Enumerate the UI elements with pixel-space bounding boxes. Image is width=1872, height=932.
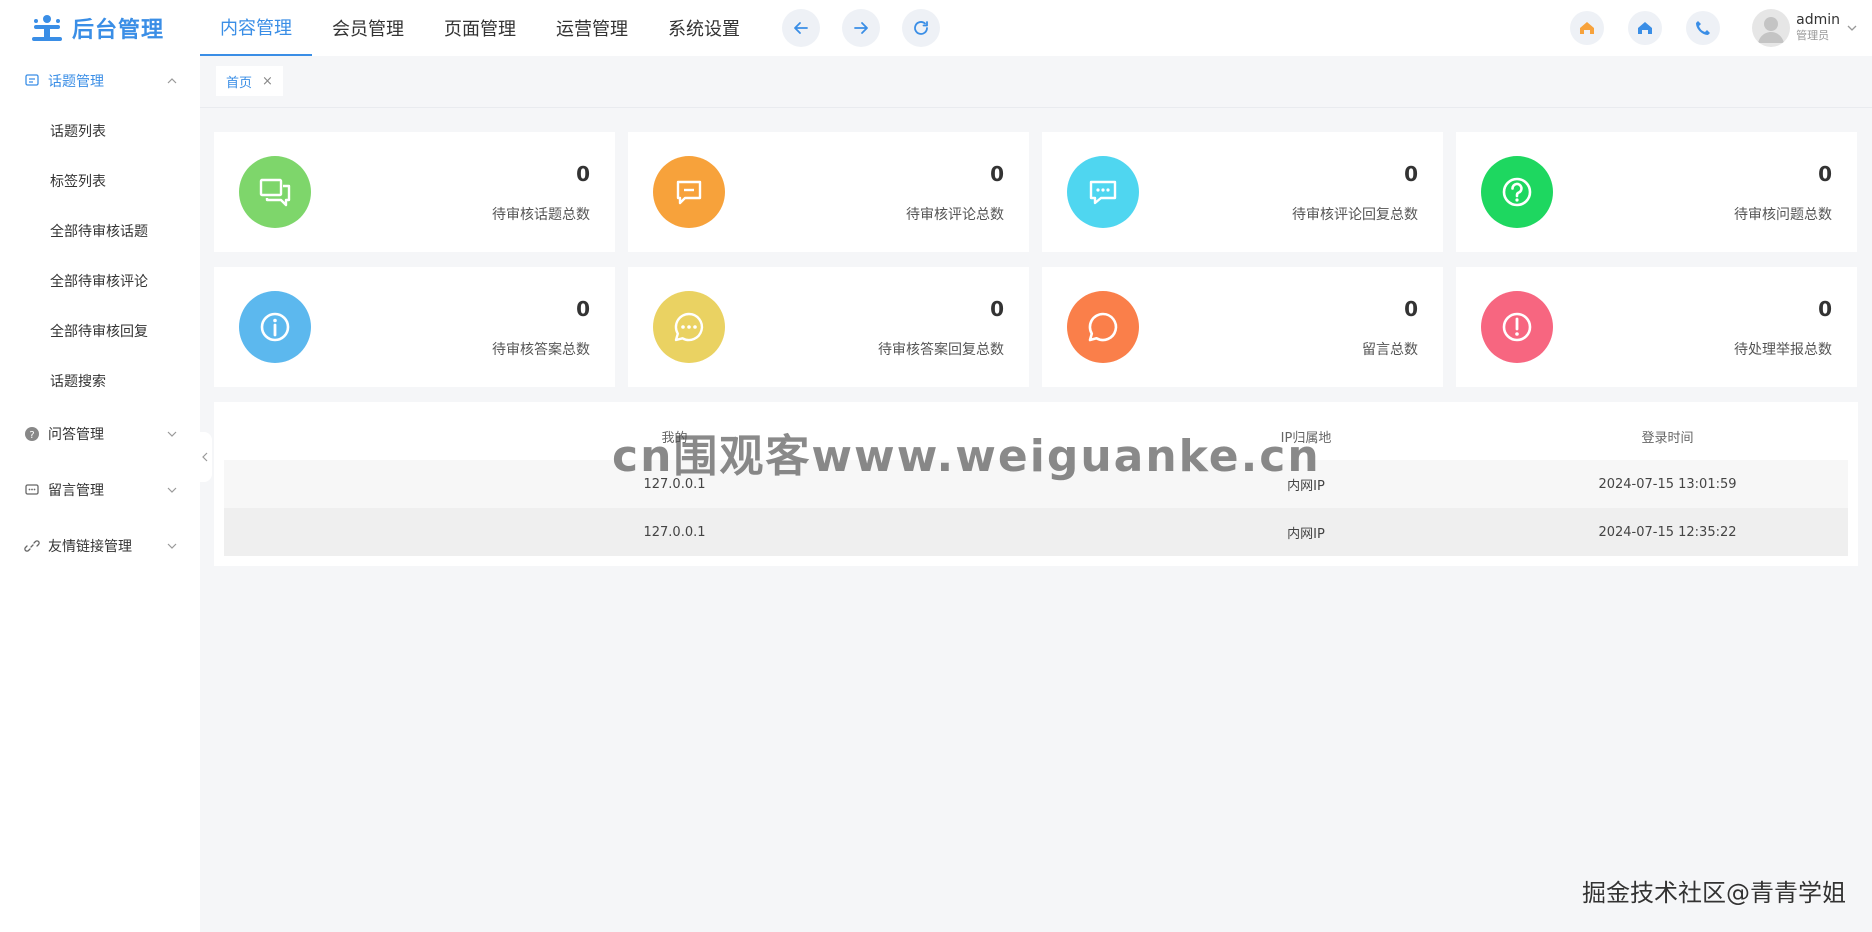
topnav-operations[interactable]: 运营管理 (536, 0, 648, 56)
ellipsis-bubble-icon (653, 291, 725, 363)
table-row: 127.0.0.1 内网IP 2024-07-15 12:35:22 (224, 508, 1848, 556)
sidebar-group-label: 话题管理 (48, 74, 104, 90)
stat-label: 待审核评论回复总数 (1292, 207, 1418, 223)
topnav-content[interactable]: 内容管理 (200, 0, 312, 56)
phone-icon (1696, 21, 1711, 35)
question-icon (1481, 156, 1553, 228)
stat-card-messages[interactable]: 0 留言总数 (1042, 267, 1443, 387)
home-icon (1638, 22, 1653, 34)
stat-label: 待审核答案回复总数 (878, 342, 1004, 358)
logo[interactable]: 后台管理 (0, 0, 200, 56)
sidebar-item-pending-topics[interactable]: 全部待审核话题 (0, 206, 200, 256)
home-blue-button[interactable] (1628, 11, 1663, 45)
stat-card-pending-comment-replies[interactable]: 0 待审核评论回复总数 (1042, 132, 1443, 252)
chevron-down-icon (1847, 25, 1857, 31)
chevron-up-icon (167, 78, 177, 84)
user-icon (1758, 17, 1785, 43)
chat-bubbles-icon (239, 156, 311, 228)
svg-text:?: ? (29, 430, 34, 441)
chevron-down-icon (167, 543, 177, 549)
stat-value: 0 (990, 162, 1004, 186)
stat-label: 待审核评论总数 (906, 207, 1004, 223)
stats-grid: 0 待审核话题总数 0 待审核评论总数 0 待审核评论回复总数 0 待审核问题总… (214, 132, 1858, 387)
user-role: 管理员 (1796, 29, 1830, 42)
tabs-bar: 首页 × (200, 56, 1872, 108)
logo-text: 后台管理 (72, 18, 165, 43)
sidebar-submenu-topics: 话题列表 标签列表 全部待审核话题 全部待审核评论 全部待审核回复 话题搜索 (0, 106, 200, 406)
stat-card-pending-topics[interactable]: 0 待审核话题总数 (214, 132, 615, 252)
phone-button[interactable] (1686, 11, 1721, 45)
chevron-down-icon (167, 431, 177, 437)
stat-card-pending-answer-replies[interactable]: 0 待审核答案回复总数 (628, 267, 1029, 387)
logo-icon (32, 15, 62, 41)
home-icon (1580, 22, 1595, 34)
top-header: 后台管理 内容管理 会员管理 页面管理 运营管理 系统设置 admin 管理员 (0, 0, 1872, 56)
sidebar-group-label: 友情链接管理 (48, 539, 132, 555)
stat-value: 0 (576, 162, 590, 186)
center-watermark: cn围观客www.weiguanke.cn (612, 431, 1321, 482)
info-icon (239, 291, 311, 363)
sidebar-item-tag-list[interactable]: 标签列表 (0, 156, 200, 206)
stat-label: 待审核话题总数 (492, 207, 590, 223)
alert-icon (1481, 291, 1553, 363)
cell-location: 内网IP (1125, 508, 1487, 556)
refresh-button[interactable] (902, 9, 940, 47)
comment-box-icon (653, 156, 725, 228)
corner-watermark: 掘金技术社区@青青学姐 (1582, 879, 1846, 907)
sidebar-group-links[interactable]: 友情链接管理 (0, 518, 200, 574)
arrow-right-icon (854, 22, 868, 34)
user-menu[interactable]: admin 管理员 (1752, 9, 1858, 47)
sidebar-group-qa[interactable]: ? 问答管理 (0, 406, 200, 462)
sidebar-group-label: 问答管理 (48, 427, 104, 443)
stat-value: 0 (1818, 162, 1832, 186)
cell-login-time: 2024-07-15 12:35:22 (1487, 508, 1848, 556)
forward-button[interactable] (842, 9, 880, 47)
sidebar: 话题管理 话题列表 标签列表 全部待审核话题 全部待审核评论 全部待审核回复 话… (0, 56, 200, 932)
sidebar-item-pending-comments[interactable]: 全部待审核评论 (0, 256, 200, 306)
stat-label: 待审核答案总数 (492, 342, 590, 358)
stat-card-pending-reports[interactable]: 0 待处理举报总数 (1456, 267, 1857, 387)
main-content: 0 待审核话题总数 0 待审核评论总数 0 待审核评论回复总数 0 待审核问题总… (200, 108, 1872, 932)
stat-card-pending-questions[interactable]: 0 待审核问题总数 (1456, 132, 1857, 252)
avatar (1752, 9, 1791, 47)
sidebar-item-topic-list[interactable]: 话题列表 (0, 106, 200, 156)
topnav-members[interactable]: 会员管理 (312, 0, 424, 56)
speech-bubble-icon (1067, 291, 1139, 363)
stat-card-pending-comments[interactable]: 0 待审核评论总数 (628, 132, 1029, 252)
topnav-settings[interactable]: 系统设置 (648, 0, 760, 56)
chevron-down-icon (167, 487, 177, 493)
sidebar-item-topic-search[interactable]: 话题搜索 (0, 356, 200, 406)
arrow-left-icon (794, 22, 808, 34)
user-name: admin (1796, 12, 1840, 28)
question-icon: ? (25, 427, 39, 441)
cell-login-time: 2024-07-15 13:01:59 (1487, 460, 1848, 508)
close-icon[interactable]: × (262, 74, 273, 89)
message-dots-icon (1067, 156, 1139, 228)
tab-label: 首页 (226, 75, 253, 91)
back-button[interactable] (782, 9, 820, 47)
stat-value: 0 (1818, 297, 1832, 321)
stat-label: 待审核问题总数 (1734, 207, 1832, 223)
sidebar-group-topics[interactable]: 话题管理 (0, 56, 200, 106)
sidebar-group-label: 留言管理 (48, 483, 104, 499)
topnav-pages[interactable]: 页面管理 (424, 0, 536, 56)
top-nav: 内容管理 会员管理 页面管理 运营管理 系统设置 (200, 0, 760, 56)
stat-value: 0 (576, 297, 590, 321)
home-orange-button[interactable] (1570, 11, 1605, 45)
message-icon (25, 484, 39, 495)
link-icon (24, 540, 40, 552)
cell-ip: 127.0.0.1 (224, 508, 1125, 556)
stat-label: 留言总数 (1362, 342, 1418, 358)
tab-home[interactable]: 首页 × (216, 66, 283, 96)
stat-value: 0 (1404, 297, 1418, 321)
stat-value: 0 (1404, 162, 1418, 186)
stat-card-pending-answers[interactable]: 0 待审核答案总数 (214, 267, 615, 387)
stat-value: 0 (990, 297, 1004, 321)
column-header-login-time: 登录时间 (1641, 430, 1694, 446)
comment-icon (25, 74, 39, 86)
sidebar-group-messages[interactable]: 留言管理 (0, 462, 200, 518)
sidebar-item-pending-replies[interactable]: 全部待审核回复 (0, 306, 200, 356)
refresh-icon (914, 21, 928, 35)
stat-label: 待处理举报总数 (1734, 342, 1832, 358)
